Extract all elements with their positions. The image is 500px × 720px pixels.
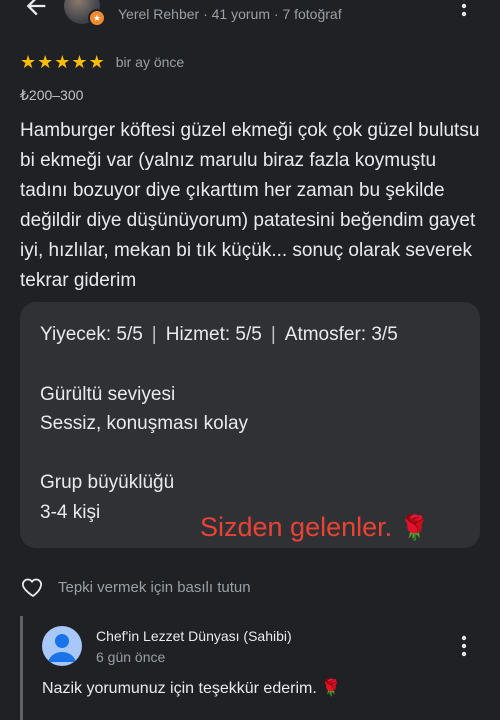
- reaction-hint: Tepki vermek için basılı tutun: [58, 578, 251, 596]
- review-time: bir ay önce: [115, 54, 185, 70]
- overlay-caption-text: Sizden gelenler.: [200, 512, 393, 542]
- owner-name: Chef'in Lezzet Dünyası (Sahibi): [96, 628, 292, 644]
- person-icon: [48, 634, 76, 662]
- star-icon: ★: [71, 52, 88, 72]
- overlay-caption: Sizden gelenler. 🌹: [200, 512, 430, 543]
- top-bar: ★ Yerel Rehber · 41 yorum · 7 fotoğraf: [0, 0, 500, 32]
- reaction-row[interactable]: Tepki vermek için basılı tutun: [20, 574, 251, 600]
- star-icon: ★: [54, 52, 71, 72]
- price-range: ₺200–300: [20, 87, 84, 103]
- owner-avatar[interactable]: [42, 626, 82, 666]
- reviewer-meta: Yerel Rehber · 41 yorum · 7 fotoğraf: [118, 6, 342, 22]
- group-size-label: Grup büyüklüğü: [40, 472, 175, 493]
- sub-ratings: Yiyecek: 5/5 | Hizmet: 5/5 | Atmosfer: 3/5: [40, 324, 398, 346]
- noise-level-label: Gürültü seviyesi: [40, 384, 176, 405]
- rose-icon: 🌹: [399, 515, 430, 542]
- atmosphere-rating: Atmosfer: 3/5: [284, 324, 398, 345]
- owner-more-options-icon[interactable]: [456, 634, 472, 658]
- separator: |: [270, 324, 276, 345]
- review-details-card: Yiyecek: 5/5 | Hizmet: 5/5 | Atmosfer: 3/5 G…: [20, 302, 480, 548]
- heart-icon[interactable]: [20, 575, 46, 599]
- rating-row: ★ ★ ★ ★ ★ bir ay önce: [20, 52, 184, 72]
- star-icon: ★: [37, 52, 54, 72]
- star-icon: ★: [20, 52, 37, 72]
- owner-response-time: 6 gün önce: [96, 649, 166, 665]
- group-size-value: 3-4 kişi: [40, 502, 101, 523]
- separator: |: [151, 324, 157, 345]
- star-rating: ★ ★ ★ ★ ★: [20, 52, 106, 72]
- noise-level-value: Sessiz, konuşması kolay: [40, 413, 249, 434]
- owner-response-text: Nazik yorumunuz için teşekkür ederim. 🌹: [42, 680, 342, 697]
- star-icon: ★: [88, 52, 105, 72]
- food-rating: Yiyecek: 5/5: [40, 324, 143, 345]
- review-text: Hamburger köftesi güzel ekmeği çok çok g…: [20, 120, 480, 291]
- back-arrow-icon[interactable]: [22, 0, 50, 20]
- owner-response-divider: [20, 616, 23, 720]
- local-guide-badge-icon: ★: [88, 9, 106, 27]
- more-options-icon[interactable]: [456, 0, 472, 18]
- service-rating: Hizmet: 5/5: [165, 324, 262, 345]
